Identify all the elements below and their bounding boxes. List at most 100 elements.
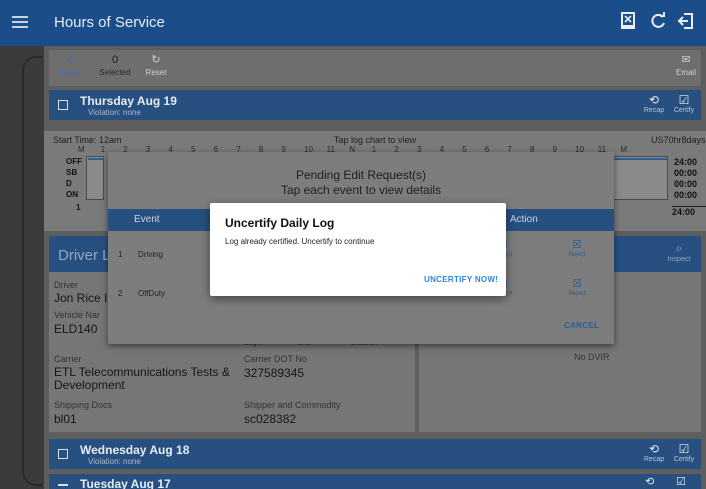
row-event[interactable]: OffDuty: [138, 289, 165, 298]
reject-button[interactable]: ☒ Reject: [560, 277, 594, 297]
inspect-label: Inspect: [667, 256, 691, 263]
recap-label: Recap: [643, 107, 665, 114]
reject-icon: ☒: [572, 278, 582, 290]
day-date: Thursday Aug 19: [80, 94, 177, 108]
day-violation: Violation: none: [88, 108, 141, 117]
col-event: Event: [134, 214, 160, 225]
refresh-icon[interactable]: [647, 12, 669, 34]
hour-tick: M: [78, 145, 85, 154]
logout-icon[interactable]: [675, 12, 697, 34]
vehicle-label: Vehicle Nar: [54, 310, 101, 320]
app-bar: Hours of Service: [0, 0, 706, 46]
shipper-value: sc028382: [244, 412, 297, 426]
certify-check-icon: ☑: [678, 442, 690, 456]
no-dvir-label: No DVIR: [574, 352, 610, 362]
email-icon: ✉: [681, 54, 691, 66]
day-checkbox[interactable]: [58, 449, 68, 459]
email-button[interactable]: ✉ Email: [673, 52, 699, 77]
shipping-label: Shipping Docs: [54, 400, 113, 410]
status-label: SB: [66, 168, 78, 177]
off-duty-line-right: [610, 158, 668, 160]
status-label: ON: [66, 190, 78, 199]
shipper-label: Shipper and Commodity: [244, 400, 341, 410]
inspect-button[interactable]: ⌕ Inspect: [661, 241, 697, 263]
dot-label: Carrier DOT No: [244, 354, 307, 364]
reject-icon: ☒: [572, 239, 582, 251]
off-duty-line: [88, 158, 104, 160]
cycle-rule: US70hr8days: [651, 135, 706, 145]
day-header-wednesday[interactable]: Wednesday Aug 18 Violation: none ⟲ Recap…: [49, 439, 701, 469]
row-count: 1: [76, 203, 81, 212]
status-total: 00:00: [674, 190, 698, 200]
driver-label: Driver: [54, 280, 78, 290]
certify-check-icon: ☑: [678, 93, 690, 107]
recap-button[interactable]: ⟲ Recap: [641, 442, 667, 463]
uncertify-message: Log already certified. Uncertify to cont…: [225, 237, 375, 246]
chart-grid-right: [610, 156, 668, 200]
cancel-button[interactable]: CANCEL: [564, 321, 599, 330]
selected-count: 0: [111, 54, 119, 66]
reset-label: Reset: [145, 68, 167, 77]
start-time: Start Time: 12am: [53, 135, 122, 145]
recap-button[interactable]: ⟲ Recap: [641, 93, 667, 114]
chart-grid-left: [86, 156, 104, 200]
day-checkbox[interactable]: [58, 100, 68, 110]
day-date: Wednesday Aug 18: [80, 443, 190, 457]
certify-label: Certify: [673, 107, 695, 114]
uncertify-title: Uncertify Daily Log: [225, 216, 335, 230]
day-violation: Violation: none: [88, 457, 141, 466]
recap-label: Recap: [643, 456, 665, 463]
certify-label: Certify: [673, 456, 695, 463]
status-totals: 24:00 00:00 00:00 00:00: [672, 157, 706, 205]
reject-button[interactable]: ☒ Reject: [560, 238, 594, 258]
shipping-value: bl01: [54, 412, 77, 426]
uncertify-now-button[interactable]: UNCERTIFY NOW!: [424, 275, 498, 284]
status-label: OFF: [66, 157, 82, 166]
row-number: 2: [118, 289, 123, 298]
day-checkbox[interactable]: [58, 484, 68, 486]
row-number: 1: [118, 250, 123, 259]
logs-label: Logs: [61, 68, 79, 77]
app-title: Hours of Service: [54, 14, 165, 31]
selected-label: Selected: [99, 68, 131, 77]
status-total: 00:00: [674, 179, 698, 189]
logs-tab[interactable]: ✔ Logs: [57, 52, 83, 77]
logs-toolbar: ✔ Logs 0 Selected ↻ Reset ✉ Email: [49, 50, 701, 86]
certify-check-icon[interactable]: ☑: [676, 475, 686, 488]
dot-value: 327589345: [244, 366, 305, 380]
form-icon[interactable]: [617, 12, 639, 34]
left-rail: [0, 46, 44, 489]
selected-indicator: 0 Selected: [99, 52, 131, 77]
history-icon: ⟲: [648, 442, 660, 456]
menu-icon[interactable]: [12, 13, 28, 33]
history-icon: ⟲: [648, 93, 660, 107]
reset-icon: ↻: [151, 54, 161, 66]
reject-label: Reject: [568, 291, 586, 297]
hour-tick: M: [620, 145, 628, 154]
day-date: Tuesday Aug 17: [80, 477, 171, 489]
search-icon: ⌕: [675, 241, 683, 255]
status-total: 24:00: [674, 157, 698, 167]
checkmark-icon: ✔: [65, 54, 75, 66]
grand-total: 24:00: [672, 206, 706, 217]
uncertify-dialog: Uncertify Daily Log Log already certifie…: [210, 203, 506, 296]
vehicle-value: ELD140: [54, 322, 98, 336]
reset-button[interactable]: ↻ Reset: [142, 52, 170, 77]
tap-hint: Tap log chart to view: [334, 135, 417, 145]
carrier-value: ETL Telecommunications Tests & Developme…: [54, 365, 230, 392]
driver-value: Jon Rice II: [54, 291, 111, 305]
day-header-thursday[interactable]: Thursday Aug 19 Violation: none ⟲ Recap …: [49, 90, 701, 120]
status-total: 00:00: [674, 168, 698, 178]
row-event[interactable]: Driving: [138, 250, 163, 259]
history-icon[interactable]: ⟲: [645, 475, 654, 488]
email-label: Email: [675, 68, 696, 77]
hour-tick: 1: [100, 145, 106, 154]
certify-button[interactable]: ☑ Certify: [671, 442, 697, 463]
col-action: Action: [510, 214, 538, 225]
day-header-tuesday[interactable]: Tuesday Aug 17 ⟲ ☑: [49, 474, 701, 489]
status-label: D: [66, 179, 72, 188]
reject-label: Reject: [568, 252, 586, 258]
driver-panel-title: Driver L: [58, 247, 111, 264]
certify-button[interactable]: ☑ Certify: [671, 93, 697, 114]
carrier-label: Carrier: [54, 354, 82, 364]
